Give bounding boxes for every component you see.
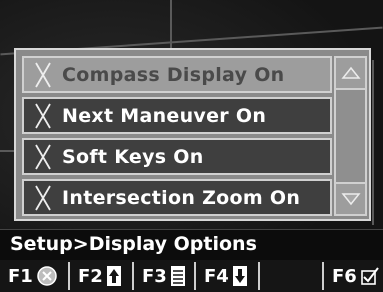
checkbox-x-icon[interactable] [24, 140, 62, 173]
fkey-label: F6 [332, 265, 357, 287]
triangle-up-icon [340, 66, 361, 79]
fkey-label: F4 [204, 265, 229, 287]
map-road [0, 150, 14, 152]
f4-key[interactable]: F4 [196, 262, 260, 290]
fkey-label: F1 [8, 265, 33, 287]
option-next-maneuver[interactable]: Next Maneuver On [22, 97, 332, 134]
checkbox-x-icon[interactable] [24, 58, 62, 91]
scroll-down-button[interactable] [336, 182, 365, 214]
map-road [170, 0, 172, 50]
f1-key[interactable]: F1 [0, 262, 70, 290]
page-down-icon [232, 265, 248, 287]
f3-key[interactable]: F3 [134, 262, 196, 290]
fkey-label: F3 [142, 265, 167, 287]
display-options-dialog: Compass Display On Next Maneuver On Soft… [14, 48, 371, 221]
map-road [372, 60, 374, 225]
option-label: Compass Display On [62, 63, 285, 86]
checkbox-x-icon[interactable] [24, 99, 62, 132]
option-label: Next Maneuver On [62, 104, 267, 127]
options-list: Compass Display On Next Maneuver On Soft… [22, 56, 332, 220]
list-icon [170, 265, 186, 287]
f2-key[interactable]: F2 [70, 262, 134, 290]
status-bar: Setup>Display Options [0, 229, 383, 260]
scrollbar[interactable] [334, 56, 367, 216]
page-up-icon [106, 265, 122, 287]
checkbox-x-icon[interactable] [24, 181, 62, 214]
check-box-icon [360, 266, 380, 286]
option-soft-keys[interactable]: Soft Keys On [22, 138, 332, 175]
option-intersection-zoom[interactable]: Intersection Zoom On [22, 179, 332, 216]
option-label: Intersection Zoom On [62, 186, 301, 209]
function-key-bar: F1 F2 F3 F4 F6 [0, 260, 383, 292]
fkey-label: F2 [78, 265, 103, 287]
breadcrumb: Setup>Display Options [10, 233, 257, 255]
f6-key[interactable]: F6 [322, 262, 383, 290]
scroll-up-button[interactable] [336, 58, 365, 90]
option-compass-display[interactable]: Compass Display On [22, 56, 332, 93]
cancel-circle-icon [36, 265, 58, 287]
option-label: Soft Keys On [62, 145, 204, 168]
triangle-down-icon [340, 193, 361, 206]
